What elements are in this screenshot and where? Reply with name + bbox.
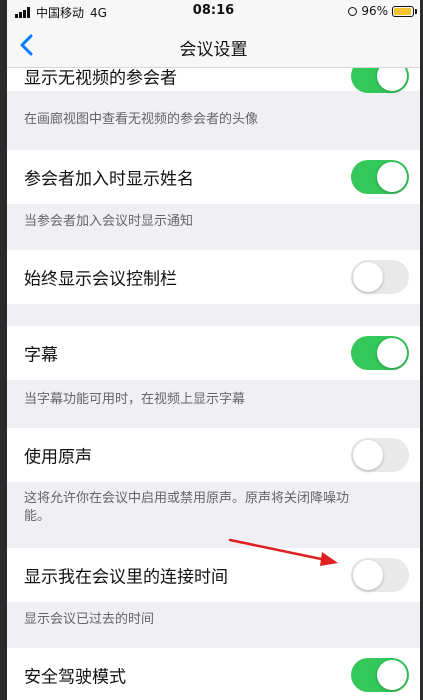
setting-label: 显示无视频的参会者: [24, 68, 177, 89]
setting-label: 显示我在会议里的连接时间: [24, 567, 228, 588]
device-frame-left: [0, 0, 7, 700]
setting-description: 当字幕功能可用时，在视频上显示字幕: [24, 392, 246, 407]
toggle-always-show-controls[interactable]: [351, 260, 409, 294]
setting-row-always-show-controls: 始终显示会议控制栏: [7, 250, 420, 304]
setting-label: 字幕: [24, 345, 58, 366]
toggle-show-no-video[interactable]: [351, 68, 409, 93]
battery-icon: [392, 5, 417, 17]
toggle-show-connected-time[interactable]: [351, 558, 409, 592]
setting-row-show-no-video: 显示无视频的参会者: [7, 68, 420, 93]
setting-row-safe-driving: 安全驾驶模式: [7, 648, 420, 700]
setting-row-captions: 字幕: [7, 326, 420, 380]
toggle-safe-driving[interactable]: [351, 658, 409, 692]
settings-list: 显示无视频的参会者 在画廊视图中查看无视频的参会者的头像 参会者加入时显示姓名 …: [7, 68, 420, 700]
status-bar: 中国移动 4G 08:16 96%: [7, 0, 420, 24]
toggle-captions[interactable]: [351, 336, 409, 370]
setting-row-original-sound: 使用原声: [7, 428, 420, 482]
setting-description: 在画廊视图中查看无视频的参会者的头像: [24, 112, 259, 127]
setting-description: 当参会者加入会议时显示通知: [24, 214, 194, 229]
rotation-lock-icon: [348, 6, 358, 16]
setting-description: 显示会议已过去的时间: [24, 612, 155, 627]
setting-label: 安全驾驶模式: [24, 667, 126, 688]
battery-percent: 96%: [361, 4, 388, 18]
setting-label: 使用原声: [24, 447, 92, 468]
setting-label: 参会者加入时显示姓名: [24, 169, 194, 190]
setting-row-show-connected-time: 显示我在会议里的连接时间: [7, 548, 420, 602]
toggle-show-name-on-join[interactable]: [351, 160, 409, 194]
setting-description: 这将允许你在会议中启用或禁用原声。原声将关闭降噪功能。: [24, 491, 350, 524]
page-title: 会议设置: [179, 40, 248, 60]
setting-label: 始终显示会议控制栏: [24, 269, 177, 290]
setting-row-show-name-on-join: 参会者加入时显示姓名: [7, 150, 420, 204]
navigation-bar: 会议设置: [7, 24, 420, 68]
toggle-original-sound[interactable]: [351, 438, 409, 472]
